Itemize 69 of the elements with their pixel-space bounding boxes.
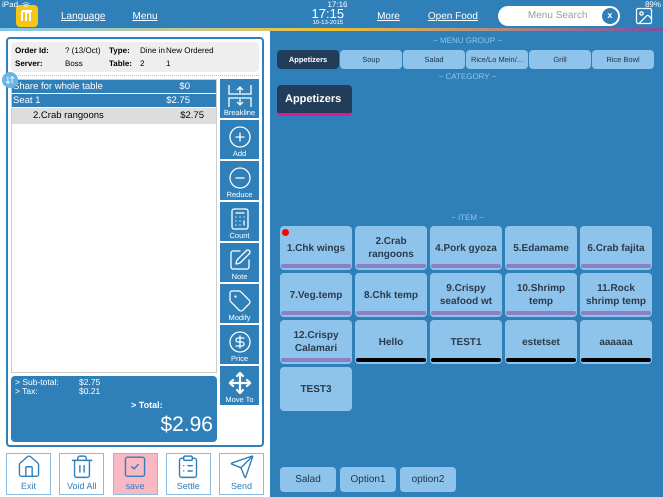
menu-item-button[interactable]: 7.Veg.temp xyxy=(280,273,352,317)
grand-total-label: > Total: xyxy=(130,399,164,412)
nav-link[interactable]: Language xyxy=(61,8,106,24)
total-label: > Tax: xyxy=(15,387,39,396)
menu-item-button[interactable]: 8.Chk temp xyxy=(355,273,427,317)
send-icon xyxy=(228,454,254,480)
menu-item-button[interactable]: 6.Crab fajita xyxy=(580,226,652,270)
tag-icon xyxy=(228,289,252,313)
nav-link[interactable]: More xyxy=(377,8,400,24)
total-value: $2.75 xyxy=(79,378,102,387)
menu-item-button[interactable]: Hello xyxy=(355,320,427,364)
logo-icon xyxy=(20,8,34,22)
plus-circle-icon xyxy=(228,125,252,149)
action-button[interactable]: Settle xyxy=(166,453,211,495)
battery-level: 89% xyxy=(644,0,661,10)
option-button[interactable]: Option1 xyxy=(340,467,396,492)
menu-item-button[interactable]: 12.Crispy Calamari xyxy=(280,320,352,364)
checkbox-icon xyxy=(122,454,148,480)
move-icon xyxy=(228,371,252,395)
minus-circle-icon xyxy=(228,166,252,190)
category-tab[interactable]: Appetizers xyxy=(277,85,352,116)
breakline-icon xyxy=(226,84,252,108)
menu-item-button[interactable]: 9.Crispy seafood wt xyxy=(430,273,502,317)
total-value: $0.21 xyxy=(79,387,102,396)
total-label: > Sub-total: xyxy=(15,378,60,387)
wifi-icon xyxy=(22,1,30,9)
app-logo[interactable] xyxy=(16,4,38,26)
home-icon xyxy=(16,454,42,480)
menu-item-button[interactable]: 2.Crab rangoons xyxy=(355,226,427,270)
section-title: ~ CATEGORY ~ xyxy=(438,72,498,82)
action-button[interactable]: Void All xyxy=(59,453,104,495)
option-button[interactable]: Salad xyxy=(280,467,336,492)
info-label: Type: xyxy=(109,45,131,57)
info-value: Dine in xyxy=(140,45,166,57)
pen-square-icon xyxy=(228,248,252,272)
menu-item-button[interactable]: 4.Pork gyoza xyxy=(430,226,502,270)
section-title: ~ MENU GROUP ~ xyxy=(432,36,503,46)
info-value: Boss xyxy=(65,58,84,70)
info-value: ? (13/Oct) xyxy=(65,45,102,57)
info-value: New Ordered xyxy=(166,45,215,57)
option-button[interactable]: option2 xyxy=(400,467,456,492)
swap-icon xyxy=(5,75,15,85)
menu-item-button[interactable]: 11.Rock shrimp temp xyxy=(580,273,652,317)
menu-item-button[interactable]: 1.Chk wings xyxy=(280,226,352,270)
menu-item-button[interactable]: TEST3 xyxy=(280,367,352,411)
info-label: Table: xyxy=(109,58,133,70)
menu-item-button[interactable]: 10.Shrimp temp xyxy=(505,273,577,317)
order-item-row[interactable]: 2.Crab rangoons $2.75 xyxy=(12,108,216,124)
info-value: 1 xyxy=(166,58,172,70)
menu-item-button[interactable]: aaaaaa xyxy=(580,320,652,364)
clock-time: 17:15 xyxy=(312,6,344,20)
action-button[interactable]: Send xyxy=(219,453,264,495)
grand-total-value: $2.96 xyxy=(159,412,213,436)
nav-link[interactable]: Menu xyxy=(132,8,158,24)
info-label: Order Id: xyxy=(15,45,50,57)
info-value: 2 xyxy=(140,58,146,70)
nav-link[interactable]: Open Food xyxy=(428,8,478,24)
clear-button[interactable]: x xyxy=(602,8,618,24)
action-button[interactable]: Exit xyxy=(6,453,51,495)
search-field[interactable]: Menu Search x xyxy=(498,6,620,26)
status-time: 17:16 xyxy=(327,0,348,9)
image-icon xyxy=(634,6,654,26)
menu-item-button[interactable]: estetset xyxy=(505,320,577,364)
info-label: Server: xyxy=(15,58,44,70)
seat-row[interactable]: Seat 1 $2.75 xyxy=(12,94,216,107)
device-name: iPad xyxy=(2,0,18,10)
menu-item-button[interactable]: 5.Edamame xyxy=(505,226,577,270)
menu-item-button[interactable]: TEST1 xyxy=(430,320,502,364)
section-title: ~ ITEM ~ xyxy=(450,213,485,223)
